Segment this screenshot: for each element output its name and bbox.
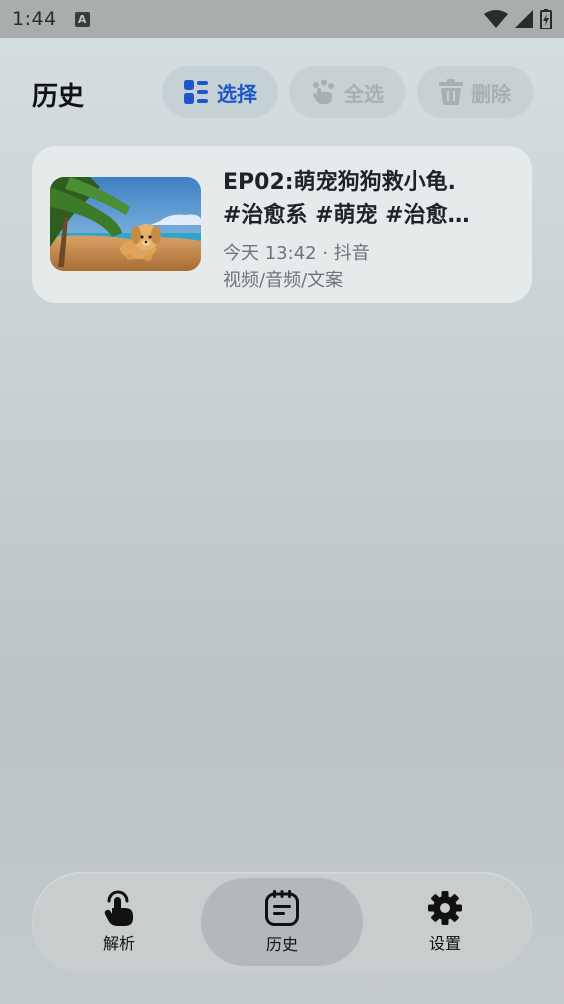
tap-hand-icon (104, 890, 133, 926)
history-item-time-source: 今天 13:42 · 抖音 (223, 243, 370, 264)
calendar-notes-icon (265, 890, 299, 926)
signal-icon (515, 10, 533, 28)
status-time: 1:44 (12, 8, 57, 30)
title-line-2: #治愈系 #萌宠 #治愈… (223, 203, 470, 228)
battery-icon (540, 9, 552, 29)
multi-touch-icon (313, 79, 334, 104)
notification-icon: A (74, 11, 90, 27)
nav-parse[interactable]: 解析 (38, 878, 200, 966)
nav-history[interactable]: 历史 (201, 878, 363, 966)
nav-settings-label: 设置 (428, 934, 461, 953)
history-item-meta: 今天 13:42 · 抖音 视频/音频/文案 (223, 240, 370, 294)
nav-history-label: 历史 (265, 935, 298, 954)
page-title: 历史 (32, 82, 85, 112)
select-list-icon (184, 80, 208, 104)
select-all-label: 全选 (344, 81, 384, 106)
nav-parse-label: 解析 (102, 934, 135, 953)
bottom-nav: 解析 历史 设置 (32, 872, 532, 972)
video-thumbnail (50, 177, 201, 271)
title-line-1: EP02:萌宠狗狗救小龟. (223, 170, 456, 195)
history-item-title: EP02:萌宠狗狗救小龟. #治愈系 #萌宠 #治愈… (223, 166, 513, 232)
delete-label: 删除 (471, 81, 511, 106)
delete-button[interactable]: 删除 (417, 66, 533, 118)
status-bar: 1:44 A (0, 0, 564, 38)
select-label: 选择 (217, 81, 257, 106)
wifi-icon (484, 10, 508, 28)
nav-settings[interactable]: 设置 (364, 878, 526, 966)
select-button[interactable]: 选择 (162, 66, 278, 118)
history-item-types: 视频/音频/文案 (223, 270, 344, 291)
status-icons (484, 9, 552, 29)
history-item[interactable]: EP02:萌宠狗狗救小龟. #治愈系 #萌宠 #治愈… 今天 13:42 · 抖… (32, 146, 532, 303)
header: 历史 选择 全选 删除 (0, 66, 564, 118)
trash-icon (439, 79, 463, 105)
select-all-button[interactable]: 全选 (289, 66, 405, 118)
gear-icon (428, 891, 462, 925)
